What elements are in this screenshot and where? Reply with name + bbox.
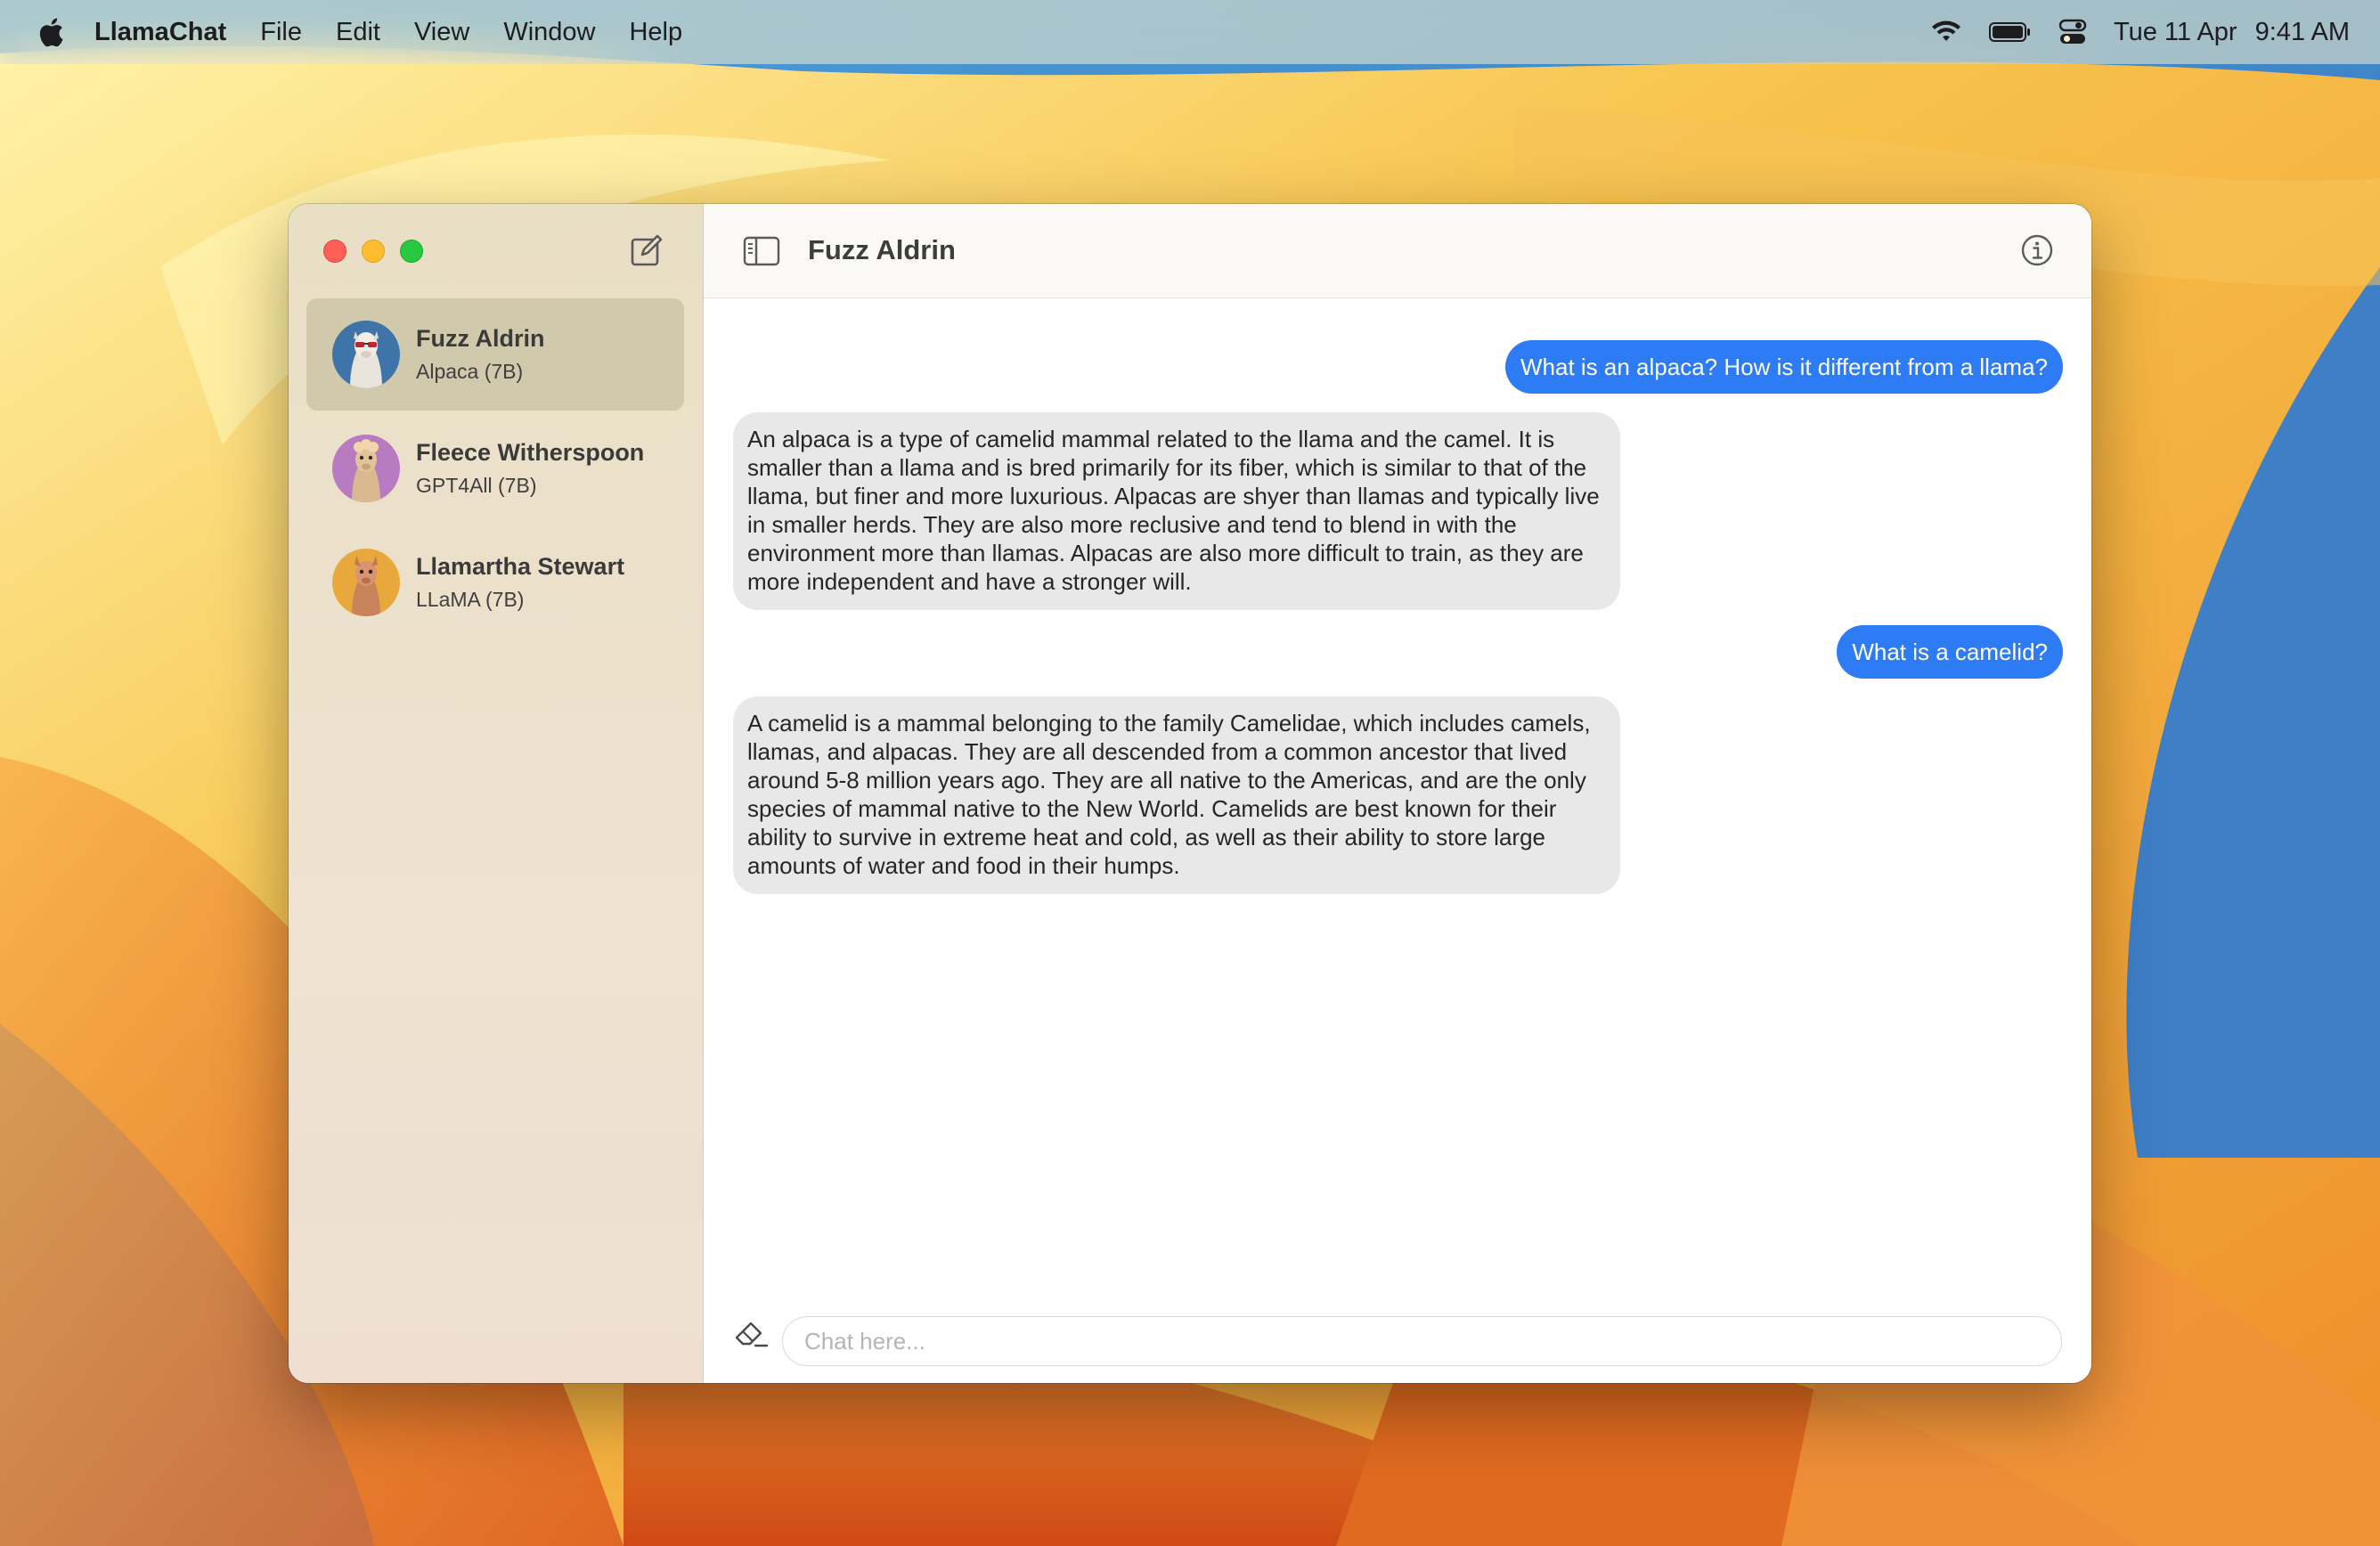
eraser-clear-chat-icon[interactable] bbox=[733, 1314, 770, 1351]
conversation-model: LLaMA (7B) bbox=[416, 588, 525, 611]
zoom-window-button[interactable] bbox=[400, 240, 423, 263]
info-icon[interactable] bbox=[2020, 233, 2054, 267]
clock-time: 9:41 AM bbox=[2254, 17, 2350, 46]
conversation-model: GPT4All (7B) bbox=[416, 474, 537, 497]
window-controls bbox=[323, 240, 423, 263]
conversation-name: Fuzz Aldrin bbox=[416, 325, 545, 352]
user-message-bubble[interactable]: What is an alpaca? How is it different f… bbox=[1504, 340, 2063, 394]
llama-portrait-avatar bbox=[332, 549, 400, 616]
minimize-window-button[interactable] bbox=[362, 240, 385, 263]
battery-icon[interactable] bbox=[1988, 21, 2032, 43]
user-message-bubble[interactable]: What is a camelid? bbox=[1837, 625, 2063, 679]
chat-title: Fuzz Aldrin bbox=[808, 234, 956, 265]
menu-bar-clock[interactable]: Tue 11 Apr 9:41 AM bbox=[2114, 18, 2350, 47]
conversation-item-llamartha-stewart[interactable]: Llamartha Stewart LLaMA (7B) bbox=[306, 526, 684, 639]
conversation-model: Alpaca (7B) bbox=[416, 360, 524, 383]
apple-logo-icon[interactable] bbox=[37, 16, 64, 48]
wifi-icon[interactable] bbox=[1930, 20, 1962, 45]
llama-curly-avatar bbox=[332, 435, 400, 502]
close-window-button[interactable] bbox=[323, 240, 346, 263]
menu-edit[interactable]: Edit bbox=[336, 18, 380, 47]
chat-titlebar: Fuzz Aldrin bbox=[704, 204, 2091, 298]
clock-date: Tue 11 Apr bbox=[2113, 17, 2237, 46]
menu-app-name[interactable]: LlamaChat bbox=[94, 18, 226, 47]
chat-input[interactable] bbox=[782, 1316, 2062, 1366]
menu-window[interactable]: Window bbox=[503, 18, 595, 47]
menu-file[interactable]: File bbox=[260, 18, 302, 47]
control-center-icon[interactable] bbox=[2058, 19, 2087, 45]
sidebar: Fuzz Aldrin Alpaca (7B) Fleece Witherspo… bbox=[289, 204, 704, 1383]
conversation-item-fuzz-aldrin[interactable]: Fuzz Aldrin Alpaca (7B) bbox=[306, 298, 684, 411]
menu-bar: LlamaChat File Edit View Window Help Tue… bbox=[0, 0, 2380, 64]
message-composer bbox=[704, 1285, 2091, 1383]
chat-pane: Fuzz Aldrin What is an alpaca? How is it… bbox=[704, 204, 2091, 1383]
llamachat-window: Fuzz Aldrin Alpaca (7B) Fleece Witherspo… bbox=[289, 204, 2091, 1383]
conversation-item-fleece-witherspoon[interactable]: Fleece Witherspoon GPT4All (7B) bbox=[306, 412, 684, 525]
assistant-message-bubble[interactable]: An alpaca is a type of camelid mammal re… bbox=[733, 412, 1620, 610]
conversation-name: Llamartha Stewart bbox=[416, 553, 625, 580]
conversation-list: Fuzz Aldrin Alpaca (7B) Fleece Witherspo… bbox=[306, 298, 684, 640]
conversation-name: Fleece Witherspoon bbox=[416, 439, 645, 466]
menu-help[interactable]: Help bbox=[629, 18, 682, 47]
assistant-message-bubble[interactable]: A camelid is a mammal belonging to the f… bbox=[733, 696, 1620, 894]
menu-view[interactable]: View bbox=[414, 18, 469, 47]
new-chat-compose-icon[interactable] bbox=[630, 233, 664, 267]
llama-sunglasses-avatar bbox=[332, 321, 400, 388]
sidebar-toggle-icon[interactable] bbox=[743, 236, 780, 266]
